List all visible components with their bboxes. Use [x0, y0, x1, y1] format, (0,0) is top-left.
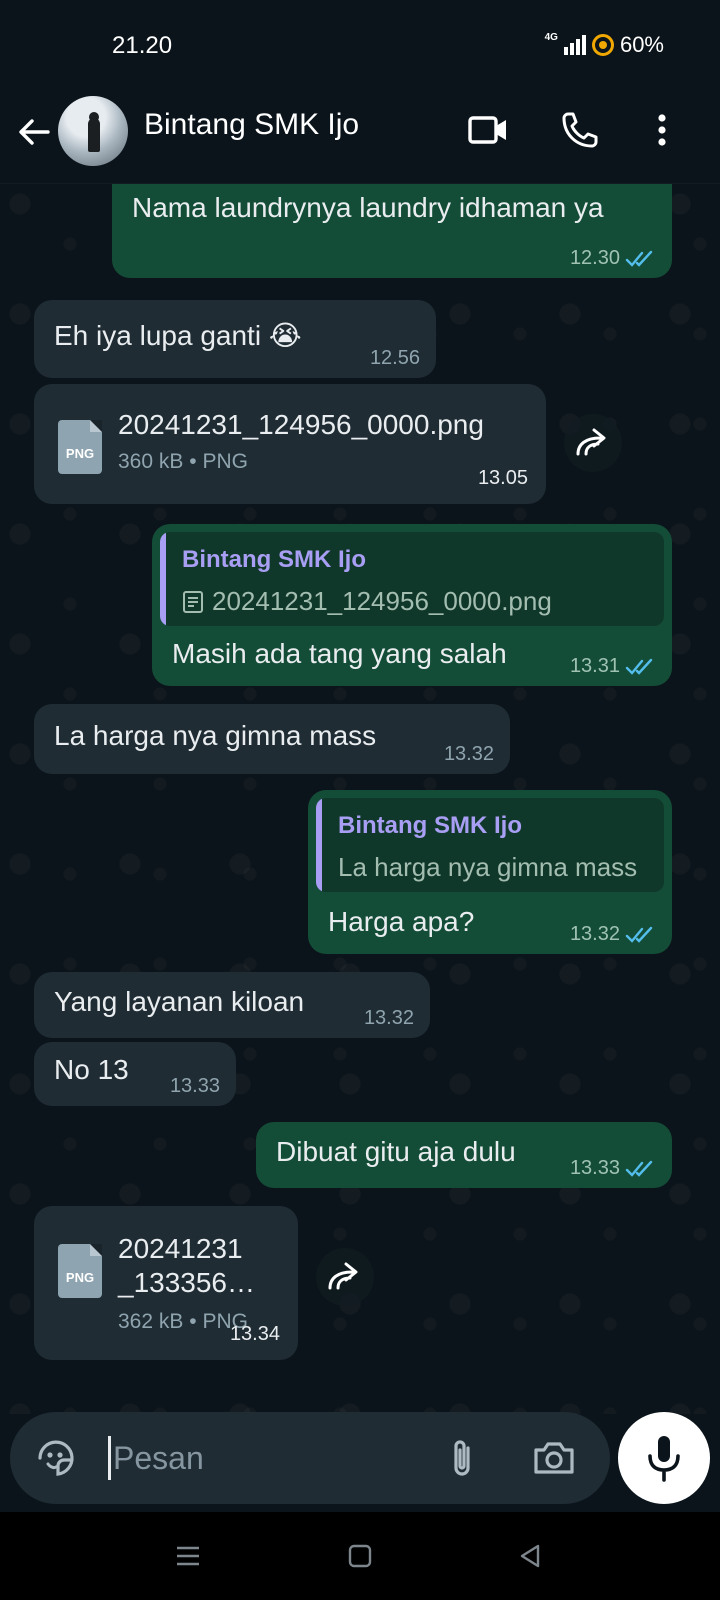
microphone-icon: [648, 1436, 680, 1482]
message-text: Nama laundrynya laundry idhaman ya: [132, 192, 604, 223]
chat-messages[interactable]: Nama laundrynya laundry idhaman ya 12.30…: [0, 184, 720, 1414]
message-outgoing-reply[interactable]: Bintang SMK Ijo La harga nya gimna mass …: [308, 790, 672, 954]
message-text: La harga nya gimna mass: [54, 720, 377, 751]
voice-message-button[interactable]: [618, 1412, 710, 1504]
quoted-message[interactable]: Bintang SMK Ijo 20241231_124956_0000.png: [160, 532, 664, 626]
system-navigation-bar: [0, 1512, 720, 1600]
back-arrow-icon[interactable]: [14, 112, 54, 152]
file-name[interactable]: 20241231 _133356…: [118, 1232, 255, 1300]
status-indicators: 4G 60%: [545, 32, 664, 58]
message-time: 13.32: [363, 1007, 414, 1029]
read-ticks-icon: [625, 926, 653, 943]
recent-apps-icon[interactable]: [174, 1542, 202, 1570]
video-call-icon[interactable]: [466, 108, 510, 152]
message-time: 13.31: [569, 655, 620, 677]
camera-icon[interactable]: [530, 1434, 578, 1482]
message-text: Eh iya lupa ganti 😭: [54, 320, 302, 351]
read-ticks-icon: [625, 658, 653, 675]
battery-level: 60%: [619, 32, 664, 57]
message-input[interactable]: Pesan: [108, 1436, 204, 1480]
status-time: 21.20: [112, 32, 173, 59]
message-outgoing-reply[interactable]: Bintang SMK Ijo 20241231_124956_0000.png…: [152, 524, 672, 686]
message-outgoing[interactable]: Dibuat gitu aja dulu 13.33: [256, 1122, 672, 1188]
message-meta: 13.32: [570, 923, 658, 946]
message-incoming[interactable]: No 13 13.33: [34, 1042, 236, 1106]
message-text: Masih ada tang yang salah: [172, 638, 507, 669]
quote-content: 20241231_124956_0000.png: [182, 586, 552, 617]
message-incoming[interactable]: Yang layanan kiloan 13.32: [34, 972, 430, 1038]
message-time: 12.30: [569, 247, 620, 269]
message-meta: 13.33: [570, 1157, 658, 1180]
message-time: 12.56: [369, 347, 420, 369]
quote-bar: [316, 798, 322, 892]
quote-author: Bintang SMK Ijo: [182, 546, 366, 573]
back-nav-icon[interactable]: [516, 1542, 544, 1570]
message-time: 13.34: [229, 1323, 280, 1345]
file-name[interactable]: 20241231_124956_0000.png: [118, 408, 484, 442]
status-bar: 21.20 4G 60%: [0, 0, 720, 90]
message-text: Harga apa?: [328, 906, 475, 937]
contact-avatar[interactable]: [58, 96, 128, 166]
chat-header: Bintang SMK Ijo: [0, 90, 720, 184]
message-meta: 13.31: [570, 655, 658, 678]
quote-bar: [160, 532, 166, 626]
message-text: Yang layanan kiloan: [54, 986, 305, 1017]
signal-icon: [563, 35, 586, 55]
voice-call-icon[interactable]: [558, 108, 602, 152]
forward-icon: [576, 428, 606, 456]
forward-icon: [328, 1262, 358, 1290]
read-ticks-icon: [625, 250, 653, 267]
forward-button[interactable]: [316, 1248, 374, 1306]
file-details: 362 kB • PNG: [118, 1310, 248, 1333]
message-composer: Pesan: [10, 1412, 610, 1504]
quote-content: La harga nya gimna mass: [338, 852, 638, 882]
png-file-icon: PNG: [58, 1244, 102, 1298]
quote-author: Bintang SMK Ijo: [338, 812, 522, 839]
read-ticks-icon: [625, 1160, 653, 1177]
document-icon: [183, 590, 203, 613]
message-incoming-file[interactable]: PNG 20241231_124956_0000.png 360 kB • PN…: [34, 384, 546, 504]
message-time: 13.05: [477, 467, 528, 489]
message-text: Dibuat gitu aja dulu: [276, 1136, 516, 1167]
message-outgoing[interactable]: Nama laundrynya laundry idhaman ya 12.30: [112, 184, 672, 278]
battery-icon: [591, 34, 614, 56]
png-file-icon: PNG: [58, 420, 102, 474]
file-details: 360 kB • PNG: [118, 450, 248, 473]
forward-button[interactable]: [564, 414, 622, 472]
message-time: 13.32: [569, 923, 620, 945]
sticker-icon[interactable]: [32, 1434, 80, 1482]
message-incoming[interactable]: Eh iya lupa ganti 😭 12.56: [34, 300, 436, 378]
message-time: 13.33: [169, 1075, 220, 1097]
message-incoming-file[interactable]: PNG 20241231 _133356… 362 kB • PNG 13.34: [34, 1206, 298, 1360]
contact-name[interactable]: Bintang SMK Ijo: [144, 108, 359, 142]
quoted-message[interactable]: Bintang SMK Ijo La harga nya gimna mass: [316, 798, 664, 892]
attach-icon[interactable]: [438, 1434, 486, 1482]
message-time: 13.33: [569, 1157, 620, 1179]
more-options-icon[interactable]: [640, 108, 684, 152]
message-incoming[interactable]: La harga nya gimna mass 13.32: [34, 704, 510, 774]
message-text: No 13: [54, 1054, 129, 1085]
message-meta: 12.30: [570, 247, 658, 270]
message-time: 13.32: [443, 743, 494, 765]
network-type: 4G: [544, 31, 558, 43]
home-icon[interactable]: [346, 1542, 374, 1570]
